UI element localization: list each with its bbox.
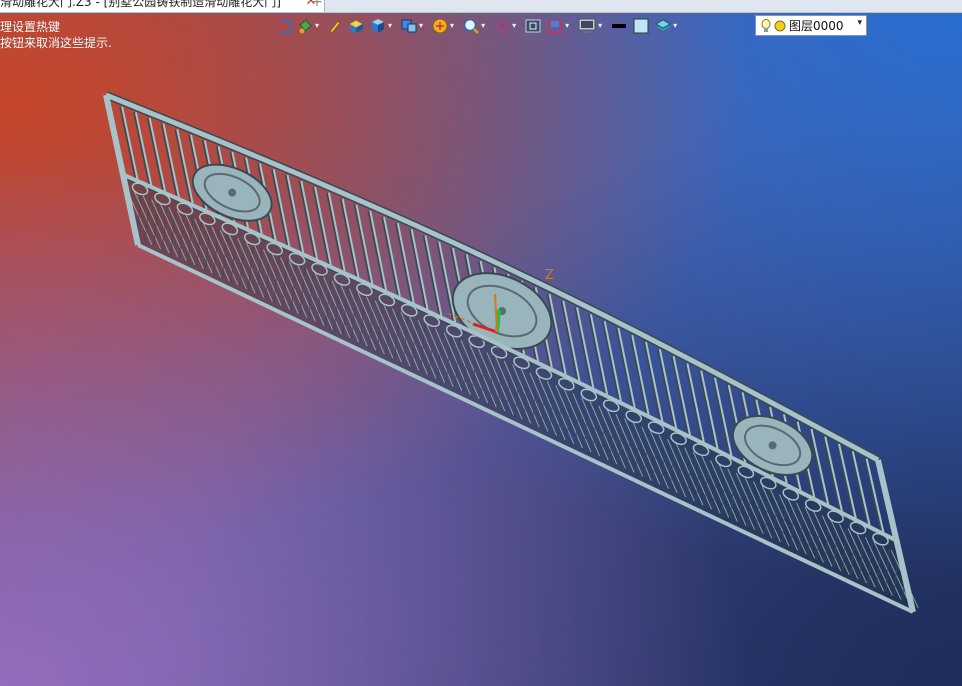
zoom-button[interactable]: ▾ [460, 15, 491, 37]
cube-icon [372, 19, 385, 33]
dimension-button[interactable]: ▾ [544, 15, 575, 37]
axis-z-label: Z [545, 268, 554, 283]
import-button[interactable] [274, 15, 294, 37]
lightbulb-icon[interactable] [761, 18, 771, 33]
axis-button[interactable]: ▾ [491, 15, 522, 37]
zoom-icon [463, 18, 479, 34]
monitor-dropdown-arrow[interactable]: ▾ [598, 15, 602, 37]
cube-button[interactable]: ▾ [367, 15, 398, 37]
document-tab[interactable]: 滑动雕花大门.Z3 - [别墅公园铸铁制造滑动雕花大门] ✕ [0, 0, 325, 12]
hint-line-1: 理设置热键 [0, 20, 61, 34]
document-tab-title: 滑动雕花大门.Z3 - [别墅公园铸铁制造滑动雕花大门] [0, 0, 281, 9]
layer-stack-dropdown-arrow[interactable]: ▾ [673, 15, 677, 37]
zoom-dropdown-arrow[interactable]: ▾ [481, 15, 485, 37]
cube-dropdown-arrow[interactable]: ▾ [388, 15, 392, 37]
fill-color-button[interactable] [630, 15, 652, 37]
render-icon [432, 18, 448, 34]
paint-bucket-icon [299, 19, 312, 34]
layer-name: 图层0000 [789, 19, 844, 33]
view-frame-button[interactable] [522, 15, 544, 37]
pen-button[interactable] [325, 15, 345, 37]
line-style-button[interactable] [608, 15, 630, 37]
render-dropdown-arrow[interactable]: ▾ [450, 15, 454, 37]
view-cube-button[interactable]: ▾ [398, 15, 429, 37]
shaded-box-icon [348, 19, 365, 33]
view-cube-icon [401, 19, 417, 33]
layer-select[interactable]: 图层0000 ▾ [755, 15, 867, 36]
freeze-sun-icon[interactable] [774, 20, 786, 32]
render-button[interactable]: ▾ [429, 15, 460, 37]
fill-color-icon [633, 18, 649, 34]
layer-dropdown-arrow[interactable]: ▾ [857, 18, 862, 28]
application-window: 滑动雕花大门.Z3 - [别墅公园铸铁制造滑动雕花大门] ✕ + 理设置热键 按… [0, 0, 962, 686]
axis-dropdown-arrow[interactable]: ▾ [512, 15, 516, 37]
view-frame-icon [525, 19, 541, 33]
medallion-center [768, 441, 777, 450]
document-tab-bar: 滑动雕花大门.Z3 - [别墅公园铸铁制造滑动雕花大门] ✕ + [0, 0, 962, 13]
paint-dropdown-arrow[interactable]: ▾ [315, 15, 319, 37]
gate-model[interactable] [0, 40, 962, 686]
dimension-dropdown-arrow[interactable]: ▾ [565, 15, 569, 37]
dimension-icon [548, 19, 562, 33]
shaded-box-button[interactable] [345, 15, 367, 37]
view-cube-dropdown-arrow[interactable]: ▾ [419, 15, 423, 37]
monitor-button[interactable]: ▾ [575, 15, 608, 37]
medallion-center [228, 188, 237, 197]
monitor-icon [578, 18, 596, 33]
line-style-icon [612, 24, 627, 28]
import-icon [277, 19, 291, 33]
layer-stack-button[interactable]: ▾ [652, 15, 683, 37]
layer-stack-icon [655, 19, 672, 31]
new-tab-button[interactable]: + [308, 0, 326, 12]
3d-viewport[interactable]: Z [0, 40, 962, 686]
pen-icon [329, 20, 341, 34]
paint-button[interactable]: ▾ [294, 15, 325, 37]
axis-icon [495, 19, 510, 33]
view-toolbar: ▾ ▾ ▾ ▾ ▾ ▾ ▾ ▾ ▾ [274, 15, 683, 37]
